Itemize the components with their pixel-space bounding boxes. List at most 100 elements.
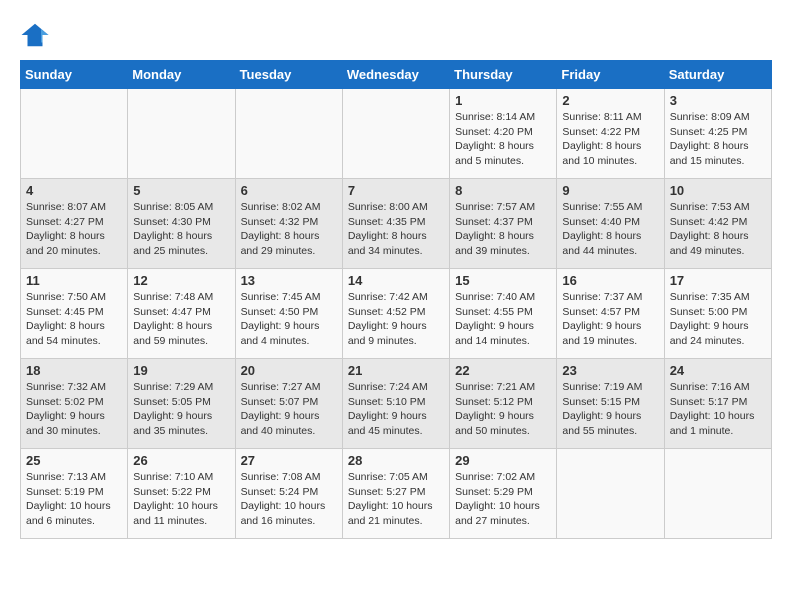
day-detail: Daylight: 9 hours (562, 320, 641, 332)
day-detail: Sunrise: 7:19 AM (562, 380, 658, 395)
day-detail: and 5 minutes. (455, 155, 524, 167)
day-detail: Daylight: 9 hours (455, 320, 534, 332)
day-detail: Sunrise: 7:45 AM (241, 290, 337, 305)
day-detail: Daylight: 10 hours (241, 500, 326, 512)
calendar-cell: 11Sunrise: 7:50 AMSunset: 4:45 PMDayligh… (21, 269, 128, 359)
day-detail: Sunset: 4:25 PM (670, 125, 766, 140)
day-info: Sunrise: 7:02 AMSunset: 5:29 PMDaylight:… (455, 470, 551, 529)
calendar-cell (21, 89, 128, 179)
weekday-header: Friday (557, 61, 664, 89)
day-detail: Daylight: 10 hours (670, 410, 755, 422)
day-detail: Sunrise: 7:24 AM (348, 380, 444, 395)
day-detail: Daylight: 8 hours (26, 230, 105, 242)
day-info: Sunrise: 7:16 AMSunset: 5:17 PMDaylight:… (670, 380, 766, 439)
day-detail: and 39 minutes. (455, 245, 530, 257)
day-detail: Sunset: 4:42 PM (670, 215, 766, 230)
day-detail: Daylight: 9 hours (133, 410, 212, 422)
day-detail: Sunset: 5:05 PM (133, 395, 229, 410)
day-number: 19 (133, 363, 229, 378)
day-info: Sunrise: 7:55 AMSunset: 4:40 PMDaylight:… (562, 200, 658, 259)
calendar-cell: 28Sunrise: 7:05 AMSunset: 5:27 PMDayligh… (342, 449, 449, 539)
calendar-cell: 17Sunrise: 7:35 AMSunset: 5:00 PMDayligh… (664, 269, 771, 359)
day-detail: and 21 minutes. (348, 515, 423, 527)
day-detail: and 55 minutes. (562, 425, 637, 437)
day-detail: Sunrise: 7:05 AM (348, 470, 444, 485)
day-detail: and 29 minutes. (241, 245, 316, 257)
calendar-cell: 1Sunrise: 8:14 AMSunset: 4:20 PMDaylight… (450, 89, 557, 179)
day-detail: Daylight: 8 hours (562, 230, 641, 242)
calendar-cell: 5Sunrise: 8:05 AMSunset: 4:30 PMDaylight… (128, 179, 235, 269)
day-info: Sunrise: 7:19 AMSunset: 5:15 PMDaylight:… (562, 380, 658, 439)
day-info: Sunrise: 8:09 AMSunset: 4:25 PMDaylight:… (670, 110, 766, 169)
day-detail: Sunrise: 7:10 AM (133, 470, 229, 485)
day-detail: Daylight: 9 hours (241, 410, 320, 422)
day-number: 5 (133, 183, 229, 198)
calendar-cell: 20Sunrise: 7:27 AMSunset: 5:07 PMDayligh… (235, 359, 342, 449)
day-info: Sunrise: 7:57 AMSunset: 4:37 PMDaylight:… (455, 200, 551, 259)
calendar-cell: 19 Sunrise: 7:29 AMSunset: 5:05 PMDayligh… (128, 359, 235, 449)
day-detail: Daylight: 10 hours (455, 500, 540, 512)
logo-icon (20, 20, 50, 50)
day-info: Sunrise: 7:10 AMSunset: 5:22 PMDaylight:… (133, 470, 229, 529)
day-detail: Sunset: 5:10 PM (348, 395, 444, 410)
day-detail: and 59 minutes. (133, 335, 208, 347)
weekday-header: Monday (128, 61, 235, 89)
day-detail: Daylight: 8 hours (26, 320, 105, 332)
day-info: Sunrise: 8:02 AMSunset: 4:32 PMDaylight:… (241, 200, 337, 259)
day-detail: Sunrise: 8:09 AM (670, 110, 766, 125)
day-detail: Sunset: 4:55 PM (455, 305, 551, 320)
day-detail: Daylight: 10 hours (26, 500, 111, 512)
day-detail: and 34 minutes. (348, 245, 423, 257)
day-detail: Sunrise: 7:42 AM (348, 290, 444, 305)
day-detail: Sunrise: 7:08 AM (241, 470, 337, 485)
day-number: 26 (133, 453, 229, 468)
day-detail: Daylight: 8 hours (455, 230, 534, 242)
day-detail: and 54 minutes. (26, 335, 101, 347)
calendar-cell: 2Sunrise: 8:11 AMSunset: 4:22 PMDaylight… (557, 89, 664, 179)
day-detail: Daylight: 10 hours (348, 500, 433, 512)
day-detail: Daylight: 9 hours (241, 320, 320, 332)
day-detail: Sunset: 4:47 PM (133, 305, 229, 320)
day-number: 23 (562, 363, 658, 378)
day-number: 12 (133, 273, 229, 288)
day-number: 16 (562, 273, 658, 288)
calendar-cell: 3Sunrise: 8:09 AMSunset: 4:25 PMDaylight… (664, 89, 771, 179)
day-detail: Daylight: 8 hours (670, 140, 749, 152)
calendar-cell: 21Sunrise: 7:24 AMSunset: 5:10 PMDayligh… (342, 359, 449, 449)
calendar-week-row: 18Sunrise: 7:32 AMSunset: 5:02 PMDayligh… (21, 359, 772, 449)
day-info: Sunrise: 7:37 AMSunset: 4:57 PMDaylight:… (562, 290, 658, 349)
day-detail: Sunrise: 8:05 AM (133, 200, 229, 215)
weekday-header: Tuesday (235, 61, 342, 89)
day-detail: Sunset: 4:30 PM (133, 215, 229, 230)
day-detail: Sunrise: 7:29 AM (133, 380, 229, 395)
day-number: 9 (562, 183, 658, 198)
day-detail: Daylight: 9 hours (348, 320, 427, 332)
day-detail: Sunrise: 7:50 AM (26, 290, 122, 305)
day-detail: and 49 minutes. (670, 245, 745, 257)
day-detail: Sunset: 4:40 PM (562, 215, 658, 230)
day-detail: and 10 minutes. (562, 155, 637, 167)
calendar-cell: 16 Sunrise: 7:37 AMSunset: 4:57 PMDayligh… (557, 269, 664, 359)
calendar-week-row: 1Sunrise: 8:14 AMSunset: 4:20 PMDaylight… (21, 89, 772, 179)
calendar-cell: 22Sunrise: 7:21 AMSunset: 5:12 PMDayligh… (450, 359, 557, 449)
day-detail: Sunrise: 7:57 AM (455, 200, 551, 215)
day-detail: Sunset: 4:52 PM (348, 305, 444, 320)
day-info: Sunrise: 8:00 AMSunset: 4:35 PMDaylight:… (348, 200, 444, 259)
calendar-cell (664, 449, 771, 539)
calendar-cell: 26 Sunrise: 7:10 AMSunset: 5:22 PMDayligh… (128, 449, 235, 539)
day-detail: and 35 minutes. (133, 425, 208, 437)
day-detail: and 45 minutes. (348, 425, 423, 437)
day-detail: Sunset: 4:20 PM (455, 125, 551, 140)
calendar-cell: 24Sunrise: 7:16 AMSunset: 5:17 PMDayligh… (664, 359, 771, 449)
day-number: 15 (455, 273, 551, 288)
calendar-cell (342, 89, 449, 179)
day-detail: Sunrise: 7:37 AM (562, 290, 658, 305)
day-detail: Sunrise: 7:40 AM (455, 290, 551, 305)
calendar-cell: 4Sunrise: 8:07 AMSunset: 4:27 PMDaylight… (21, 179, 128, 269)
day-number: 21 (348, 363, 444, 378)
day-detail: Sunrise: 7:32 AM (26, 380, 122, 395)
day-info: Sunrise: 8:07 AMSunset: 4:27 PMDaylight:… (26, 200, 122, 259)
day-detail: Sunrise: 7:53 AM (670, 200, 766, 215)
day-number: 17 (670, 273, 766, 288)
day-number: 1 (455, 93, 551, 108)
